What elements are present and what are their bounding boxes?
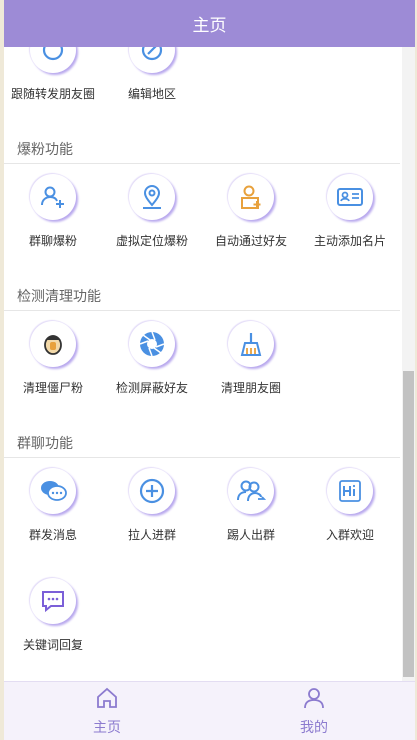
nav-label: 我的 <box>300 720 328 736</box>
header-bar: 主页 <box>4 0 415 47</box>
feature-group-fans[interactable]: 群聊爆粉 <box>4 174 102 250</box>
app-window: 主页 跟随转发朋友圈 编辑地区 爆粉功能 群聊爆粉 虚拟定位爆粉 自动通过好友 … <box>4 0 415 740</box>
location-pin-icon <box>129 174 175 220</box>
bottom-nav: 主页 我的 <box>4 681 415 740</box>
page-title: 主页 <box>192 16 227 36</box>
section-title-fans: 爆粉功能 <box>17 142 73 158</box>
feature-list: 跟随转发朋友圈 编辑地区 爆粉功能 群聊爆粉 虚拟定位爆粉 自动通过好友 主动添… <box>4 47 400 681</box>
feature-label: 主动添加名片 <box>313 234 386 248</box>
feature-label: 清理朋友圈 <box>220 381 281 395</box>
divider <box>4 310 400 311</box>
feature-virtual-location[interactable]: 虚拟定位爆粉 <box>103 174 201 250</box>
feature-label: 跟随转发朋友圈 <box>10 87 95 101</box>
divider <box>4 457 400 458</box>
nav-mine[interactable]: 我的 <box>254 682 374 740</box>
feature-forward-moments[interactable]: 跟随转发朋友圈 <box>4 47 102 103</box>
home-icon <box>97 687 117 708</box>
user-remove-icon <box>228 468 274 514</box>
feature-label: 群聊爆粉 <box>28 234 77 248</box>
message-reply-icon <box>30 578 76 624</box>
feature-label: 拉人进群 <box>127 528 176 542</box>
hi-card-icon <box>327 468 373 514</box>
user-check-icon <box>228 174 274 220</box>
zombie-icon <box>30 321 76 367</box>
edit-location-icon <box>129 47 175 73</box>
feature-mass-message[interactable]: 群发消息 <box>4 468 102 544</box>
user-icon <box>304 688 324 709</box>
section-title-group: 群聊功能 <box>17 436 73 452</box>
feature-clean-zombie[interactable]: 清理僵尸粉 <box>4 321 102 397</box>
feature-label: 群发消息 <box>28 528 77 542</box>
feature-label: 检测屏蔽好友 <box>115 381 188 395</box>
nav-label: 主页 <box>93 720 121 736</box>
feature-kick-group[interactable]: 踢人出群 <box>202 468 300 544</box>
feature-edit-region[interactable]: 编辑地区 <box>103 47 201 103</box>
feature-welcome[interactable]: 入群欢迎 <box>301 468 399 544</box>
nav-home[interactable]: 主页 <box>47 682 167 740</box>
feature-label: 虚拟定位爆粉 <box>115 234 188 248</box>
feature-label: 自动通过好友 <box>214 234 287 248</box>
forward-icon <box>30 47 76 73</box>
broom-icon <box>228 321 274 367</box>
divider <box>4 163 400 164</box>
feature-label: 入群欢迎 <box>325 528 374 542</box>
feature-add-card[interactable]: 主动添加名片 <box>301 174 399 250</box>
shutter-icon <box>129 321 175 367</box>
feature-detect-blocked[interactable]: 检测屏蔽好友 <box>103 321 201 397</box>
feature-label: 清理僵尸粉 <box>22 381 83 395</box>
feature-keyword-reply[interactable]: 关键词回复 <box>4 578 102 654</box>
feature-invite-group[interactable]: 拉人进群 <box>103 468 201 544</box>
scrollbar-thumb[interactable] <box>403 371 414 677</box>
card-icon <box>327 174 373 220</box>
section-title-clean: 检测清理功能 <box>17 289 101 305</box>
group-add-icon <box>30 174 76 220</box>
feature-clean-moments[interactable]: 清理朋友圈 <box>202 321 300 397</box>
feature-label: 踢人出群 <box>226 528 275 542</box>
plus-circle-icon <box>129 468 175 514</box>
scrollbar[interactable] <box>402 47 415 681</box>
feature-label: 编辑地区 <box>127 87 176 101</box>
feature-label: 关键词回复 <box>22 638 83 652</box>
feature-auto-accept[interactable]: 自动通过好友 <box>202 174 300 250</box>
chat-bubbles-icon <box>30 468 76 514</box>
